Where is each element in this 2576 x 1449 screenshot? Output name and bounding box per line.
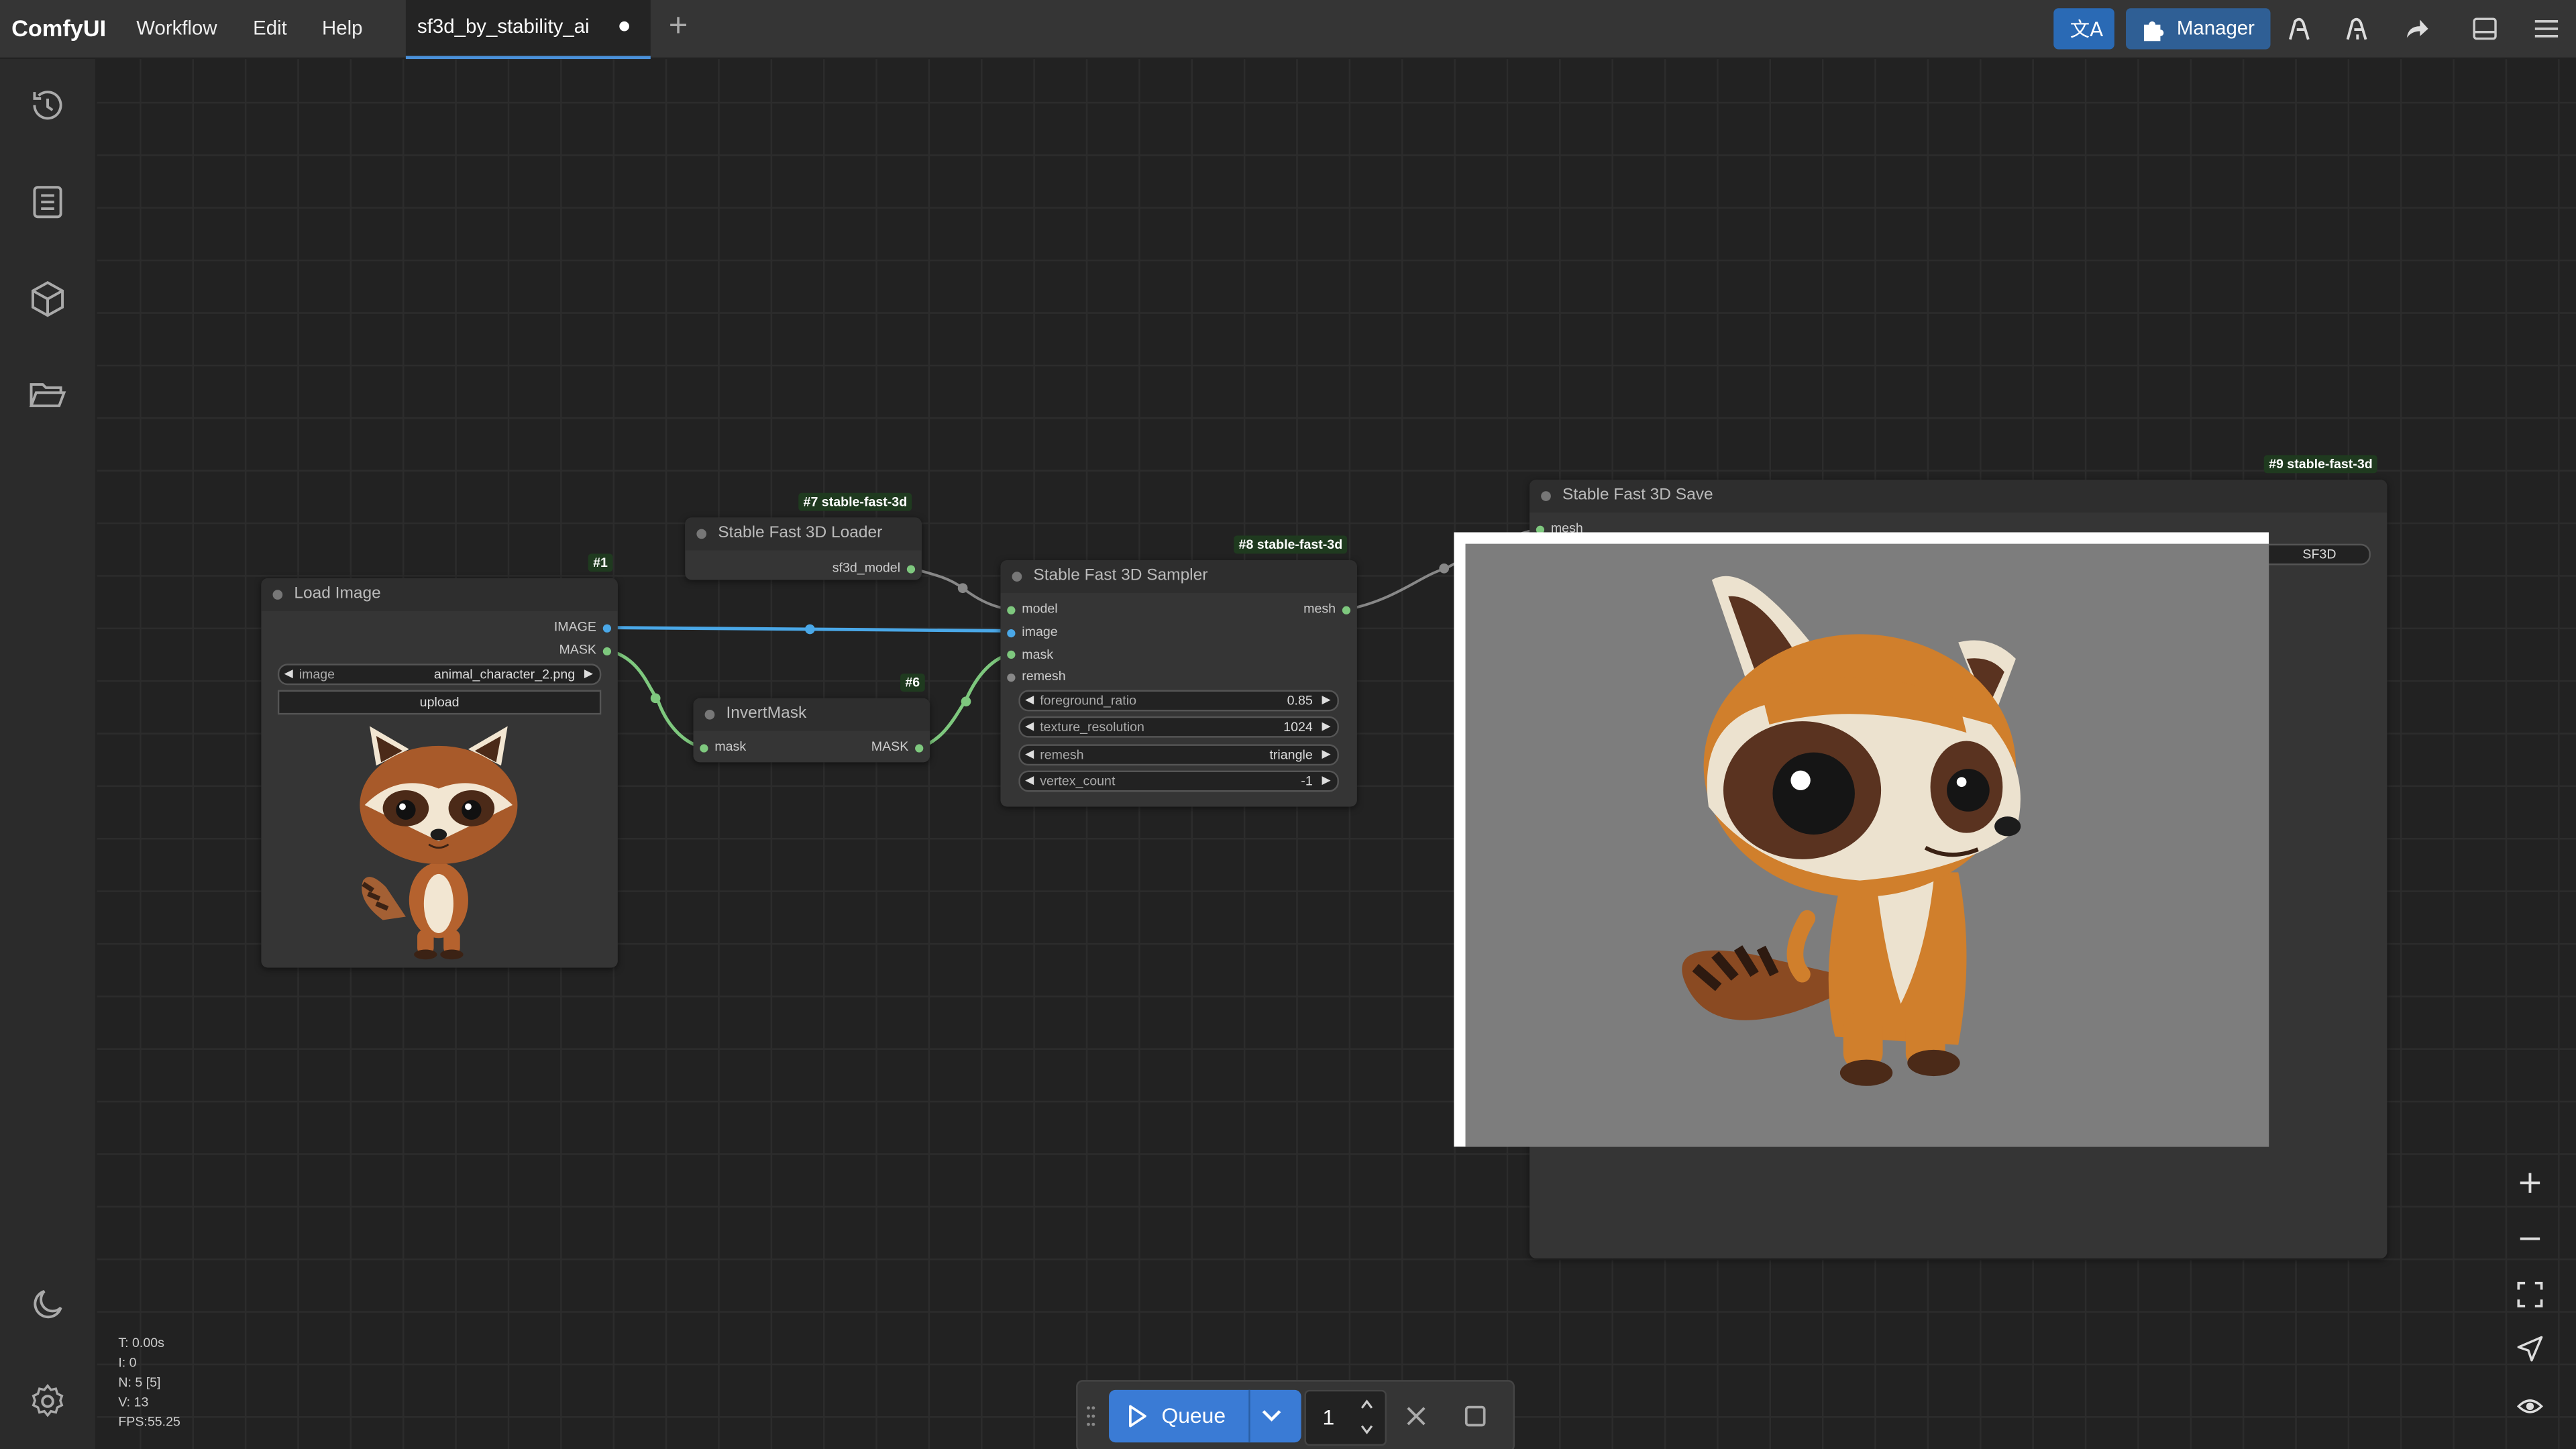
node-title: InvertMask xyxy=(726,704,807,723)
node-title-bar[interactable]: InvertMask xyxy=(693,698,930,731)
arrow-right-icon[interactable]: ▶ xyxy=(1322,773,1330,787)
input-model-pin[interactable] xyxy=(1007,606,1016,614)
widget-label: image xyxy=(299,667,335,682)
zoom-in-plus-icon[interactable] xyxy=(2517,1170,2543,1196)
widget-value: 1024 xyxy=(1283,719,1313,735)
batch-count-input[interactable]: 1 xyxy=(1304,1389,1387,1446)
input-image-pin[interactable] xyxy=(1007,629,1016,638)
output-mask-label: MASK xyxy=(559,642,596,657)
input-mask-pin[interactable] xyxy=(700,744,708,753)
arrow-right-icon[interactable]: ▶ xyxy=(584,667,593,680)
input-mask-label: mask xyxy=(714,739,747,755)
node-title: Stable Fast 3D Loader xyxy=(718,524,883,543)
node-title-bar[interactable]: Stable Fast 3D Save xyxy=(1529,480,2387,513)
collapse-dot-icon[interactable] xyxy=(696,529,707,539)
texture-resolution-widget[interactable]: ◀ texture_resolution 1024 ▶ xyxy=(1018,716,1339,738)
invertmask-node[interactable]: InvertMask mask MASK xyxy=(693,698,930,763)
vertex-count-widget[interactable]: ◀ vertex_count -1 ▶ xyxy=(1018,770,1339,792)
widget-label: vertex_count xyxy=(1040,773,1116,789)
widget-label: texture_resolution xyxy=(1040,719,1144,735)
node-id-badge: #8 stable-fast-3d xyxy=(1234,535,1348,554)
3d-preview-viewport[interactable] xyxy=(1454,532,2269,1147)
output-mask-label: MASK xyxy=(871,739,909,755)
output-sf3d-model-label: sf3d_model xyxy=(832,560,901,576)
node-title: Stable Fast 3D Save xyxy=(1562,486,1713,504)
stat-iterations: I: 0 xyxy=(118,1355,137,1371)
collapse-dot-icon[interactable] xyxy=(272,590,283,600)
input-mask-label: mask xyxy=(1022,647,1054,662)
stat-vertices: V: 13 xyxy=(118,1395,149,1410)
decrement-icon[interactable] xyxy=(1358,1421,1375,1437)
image-combo-widget[interactable]: ◀ image animal_character_2.png ▶ xyxy=(277,663,602,686)
input-remesh-label: remesh xyxy=(1022,668,1066,684)
collapse-dot-icon[interactable] xyxy=(704,709,715,720)
node-title: Stable Fast 3D Sampler xyxy=(1033,566,1208,585)
increment-icon[interactable] xyxy=(1358,1397,1375,1413)
input-mask-pin[interactable] xyxy=(1007,650,1016,659)
widget-label: remesh xyxy=(1040,747,1084,763)
cancel-x-icon[interactable] xyxy=(1405,1405,1428,1428)
node-id-badge: #7 stable-fast-3d xyxy=(798,492,912,511)
widget-value: SF3D xyxy=(2302,547,2337,562)
upload-button[interactable]: upload xyxy=(277,690,602,715)
widget-value: animal_character_2.png xyxy=(433,667,576,682)
raccoon-preview-image xyxy=(360,726,518,960)
remesh-widget[interactable]: ◀ remesh triangle ▶ xyxy=(1018,744,1339,766)
queue-label: Queue xyxy=(1161,1403,1226,1428)
canvas-stats: T: 0.00s I: 0 N: 5 [5] V: 13 FPS:55.25 xyxy=(118,1334,180,1433)
node-title-bar[interactable]: Load Image xyxy=(261,578,618,612)
output-mask-pin[interactable] xyxy=(915,744,924,753)
node-title-bar[interactable]: Stable Fast 3D Sampler xyxy=(1000,560,1357,594)
filename-prefix-widget[interactable]: SF3D xyxy=(2252,543,2371,566)
arrow-left-icon[interactable]: ◀ xyxy=(1025,693,1034,706)
fit-view-icon[interactable] xyxy=(2517,1281,2543,1307)
widget-value: 0.85 xyxy=(1287,693,1313,708)
arrow-left-icon[interactable]: ◀ xyxy=(1025,747,1034,761)
output-image-pin[interactable] xyxy=(602,624,612,633)
node-title-bar[interactable]: Stable Fast 3D Loader xyxy=(685,517,922,551)
arrow-left-icon[interactable]: ◀ xyxy=(1025,720,1034,733)
input-remesh-pin[interactable] xyxy=(1007,674,1016,682)
stat-nodes: N: 5 [5] xyxy=(118,1375,161,1390)
arrow-left-icon[interactable]: ◀ xyxy=(284,667,293,680)
input-image-label: image xyxy=(1022,624,1058,639)
select-pointer-icon[interactable] xyxy=(2517,1336,2543,1362)
arrow-right-icon[interactable]: ▶ xyxy=(1322,693,1330,706)
stat-time: T: 0.00s xyxy=(118,1336,164,1351)
sf3d-sampler-node[interactable]: Stable Fast 3D Sampler model image mask … xyxy=(1000,560,1357,807)
node-id-badge: #1 xyxy=(588,553,613,572)
queue-button[interactable]: Queue xyxy=(1109,1389,1301,1443)
widget-value: triangle xyxy=(1269,747,1313,763)
stop-square-icon[interactable] xyxy=(1464,1405,1487,1428)
arrow-right-icon[interactable]: ▶ xyxy=(1322,720,1330,733)
output-mask-pin[interactable] xyxy=(602,647,612,656)
queue-bar: Queue 1 xyxy=(1076,1380,1515,1449)
arrow-left-icon[interactable]: ◀ xyxy=(1025,773,1034,787)
drag-handle-icon[interactable] xyxy=(1086,1405,1096,1428)
collapse-dot-icon[interactable] xyxy=(1012,572,1022,582)
arrow-right-icon[interactable]: ▶ xyxy=(1322,747,1330,761)
stat-fps: FPS:55.25 xyxy=(118,1414,180,1430)
zoom-out-minus-icon[interactable] xyxy=(2517,1226,2543,1252)
sf3d-loader-node[interactable]: Stable Fast 3D Loader sf3d_model xyxy=(685,517,922,580)
batch-count-value: 1 xyxy=(1322,1404,1335,1430)
node-id-badge: #6 xyxy=(900,674,925,692)
foreground-ratio-widget[interactable]: ◀ foreground_ratio 0.85 ▶ xyxy=(1018,690,1339,712)
output-mesh-pin[interactable] xyxy=(1342,606,1351,614)
chevron-down-icon[interactable] xyxy=(1260,1406,1283,1426)
input-model-label: model xyxy=(1022,601,1058,616)
output-sf3d-model-pin[interactable] xyxy=(906,565,916,574)
collapse-dot-icon[interactable] xyxy=(1541,491,1551,501)
raccoon-3d-render xyxy=(1682,576,2021,1086)
widget-label: foreground_ratio xyxy=(1040,693,1137,708)
output-image-label: IMAGE xyxy=(553,619,596,635)
load-image-node[interactable]: Load Image IMAGE MASK ◀ image animal_cha… xyxy=(261,578,618,968)
node-title: Load Image xyxy=(294,584,381,603)
play-icon xyxy=(1129,1405,1146,1428)
node-id-badge: #9 stable-fast-3d xyxy=(2263,455,2378,474)
output-mesh-label: mesh xyxy=(1303,601,1336,616)
widget-value: -1 xyxy=(1301,773,1313,789)
toggle-links-eye-icon[interactable] xyxy=(2516,1393,2544,1419)
